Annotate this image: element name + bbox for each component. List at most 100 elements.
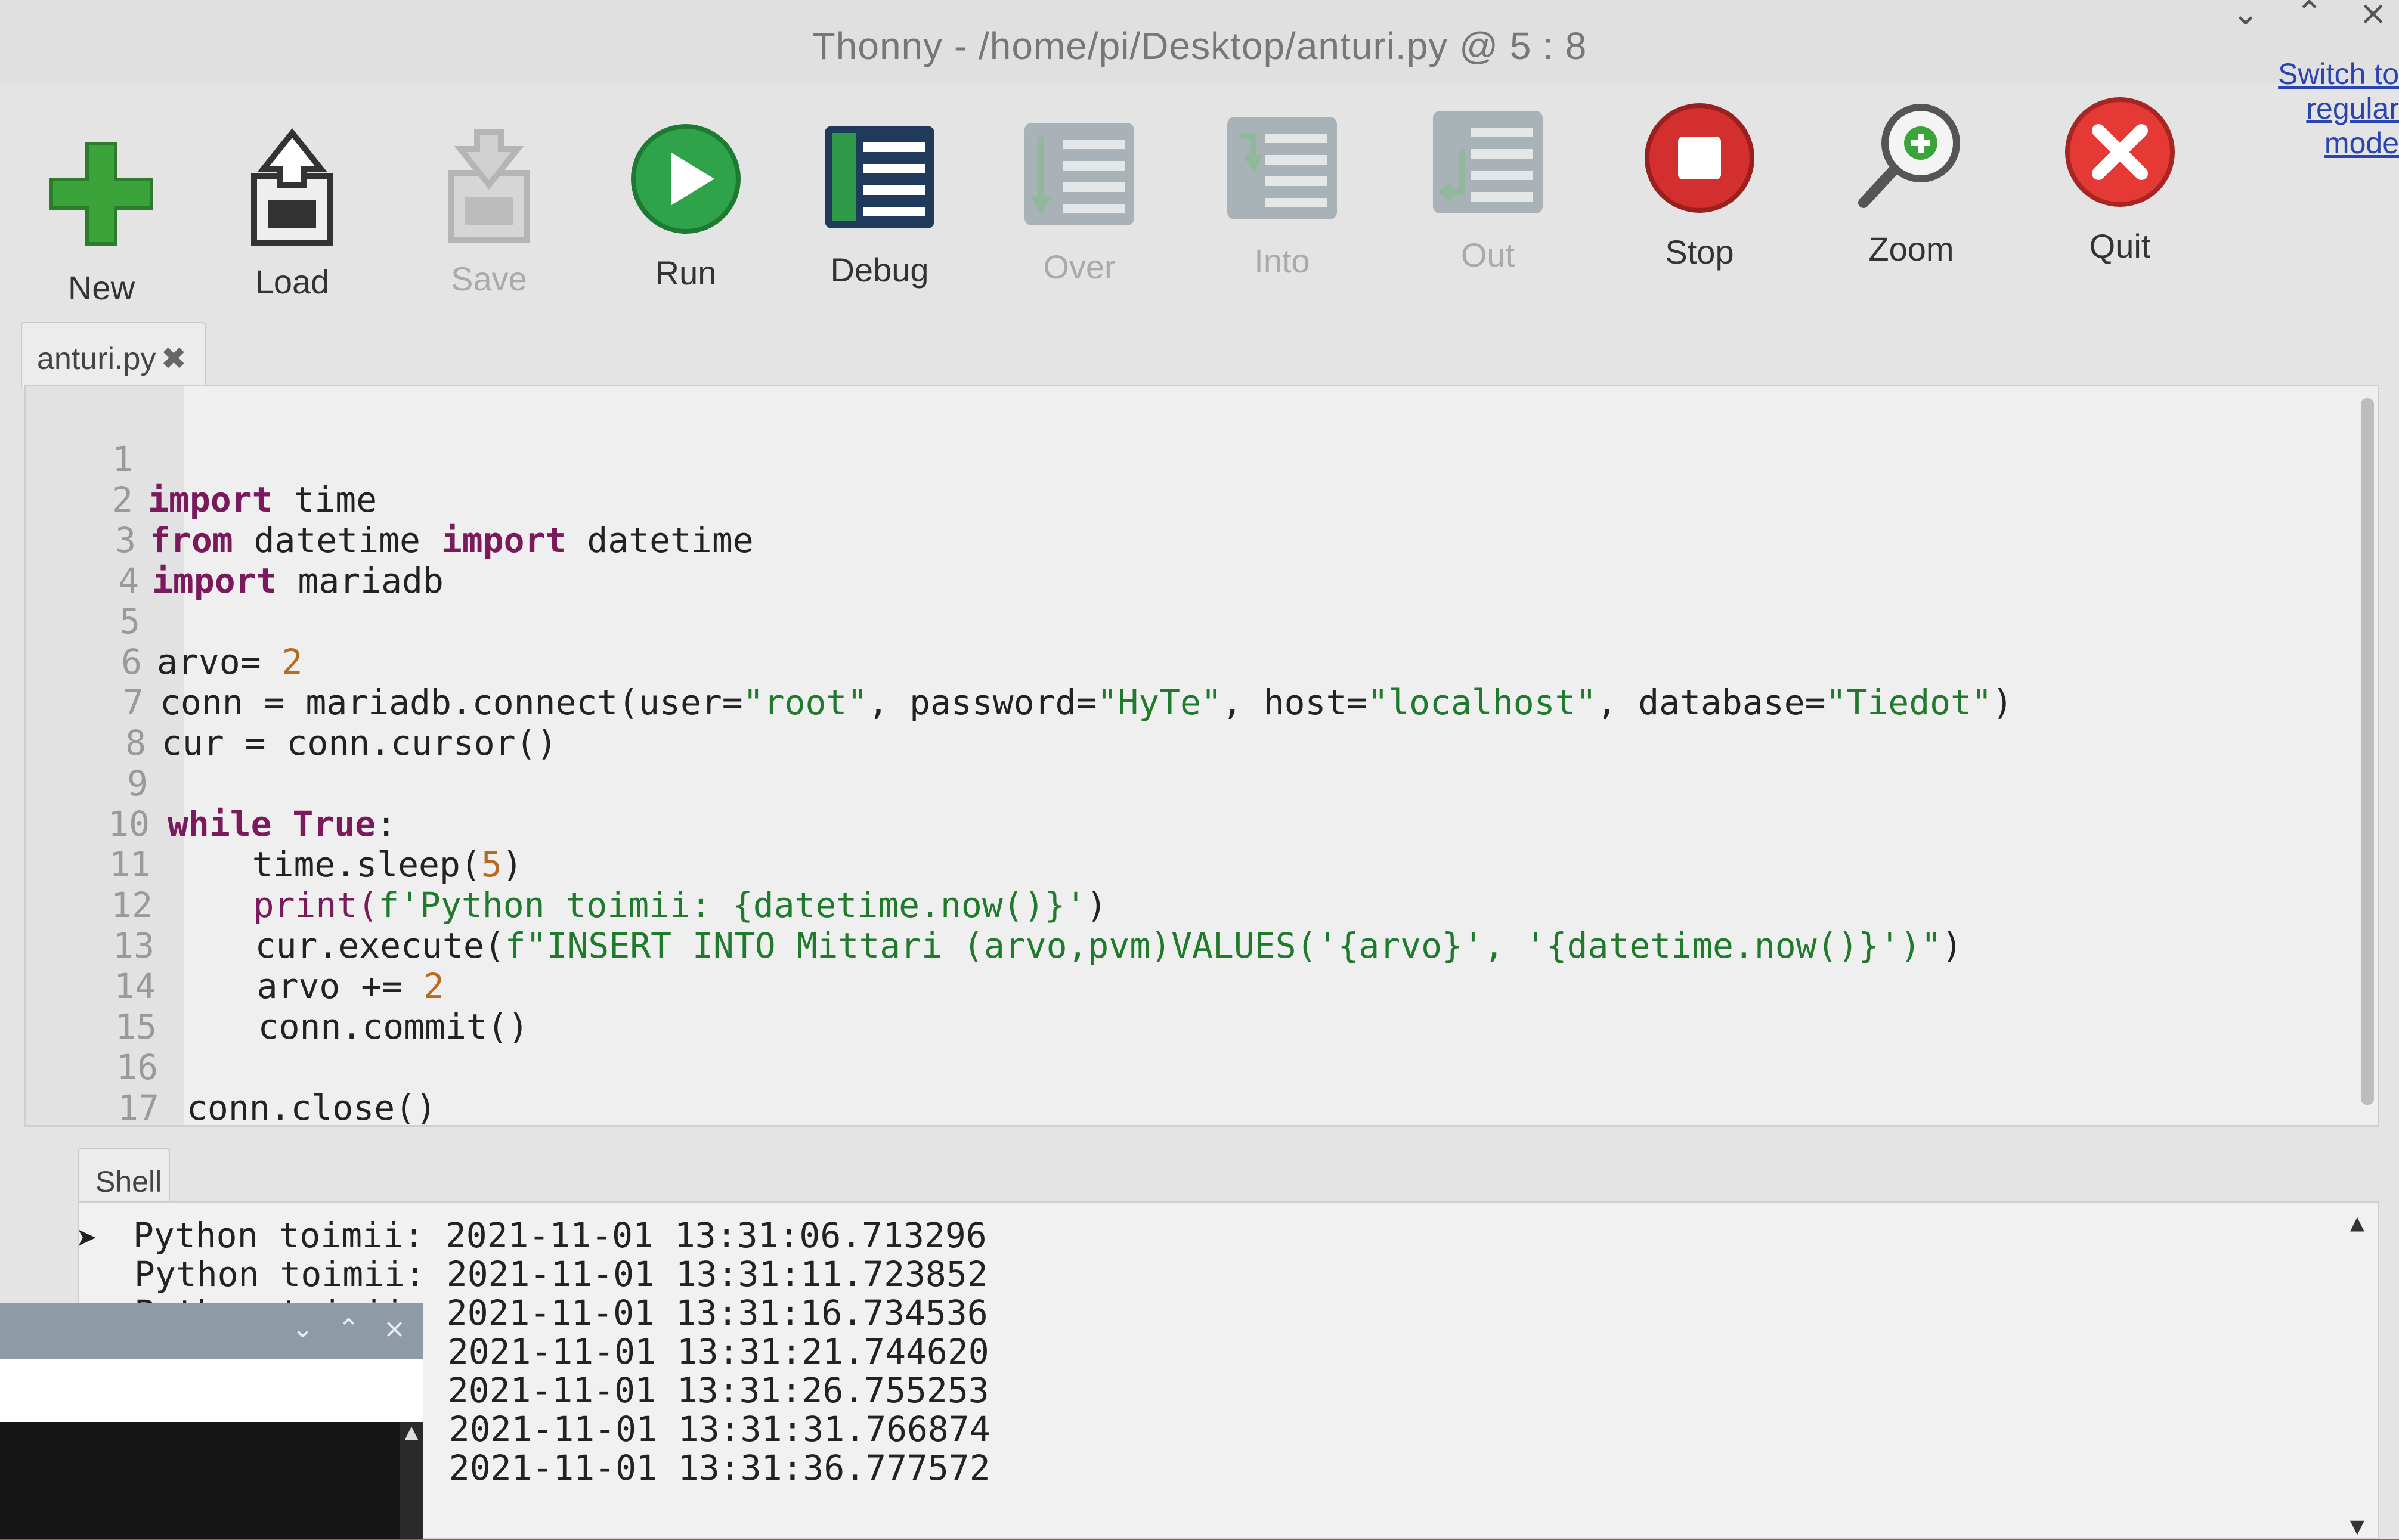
string-literal: "Tiedot" [1825,682,1992,723]
maximize-button[interactable]: ⌃ [2295,0,2323,33]
code-text: print( [170,885,379,925]
code-text: conn.close() [187,1087,437,1128]
zoom-icon [1858,104,1960,208]
editor-tab-label: anturi.py [37,342,156,376]
code-line: 4 [26,520,192,601]
code-line: 16 conn.close() [26,1006,437,1128]
step-over-button-label: Over [1043,248,1116,286]
string-literal: "HyTe" [1097,682,1222,723]
switch-link-line-2: regular [2306,92,2399,125]
overlay-maximize-button[interactable]: ⌃ [338,1313,360,1344]
keyword: import [441,520,567,560]
step-over-icon [1024,123,1134,225]
save-button[interactable]: Save [411,101,567,298]
shell-output-line: Python toimii: 2021-11-01 13:31:11.72385… [134,1254,988,1294]
step-into-button[interactable]: Into [1205,83,1360,280]
overlay-scroll-up-icon[interactable]: ▲ [400,1422,423,1443]
step-over-button[interactable]: Over [1002,89,1157,286]
switch-link-line-3: mode [2324,126,2399,160]
scroll-down-arrow-icon[interactable]: ▼ [2350,1513,2364,1540]
new-button-label: New [67,269,135,306]
scroll-up-arrow-icon[interactable]: ▲ [2350,1209,2364,1237]
code-text: , password= [868,682,1097,723]
editor-vertical-scrollbar[interactable] [2361,398,2374,1105]
shell-tab[interactable]: Shell [78,1148,170,1207]
stop-button-label: Stop [1665,233,1734,271]
overlay-close-button[interactable]: × [383,1313,405,1344]
number-literal: 5 [481,844,502,885]
code-text: cur.execute( [172,925,505,966]
code-line: 3 import mariadb [26,479,444,601]
overlay-minimize-button[interactable]: ⌄ [292,1313,314,1344]
code-text: ) [502,844,523,885]
step-out-button-label: Out [1460,236,1515,274]
debug-icon [825,126,934,228]
editor-tab-anturi[interactable]: anturi.py ✖ [21,322,206,388]
zoom-button-label: Zoom [1868,230,1954,268]
load-button[interactable]: Load [215,104,370,301]
code-text: conn.commit() [175,1006,529,1047]
code-line: 7 cur = conn.cursor() [26,642,557,763]
overlay-window-controls: ⌄ ⌃ × [292,1313,405,1344]
code-line: 12 cur.execute(f"INSERT INTO Mittari (ar… [26,844,1962,966]
run-button-label: Run [655,254,717,292]
code-text: ) [1086,885,1107,925]
tab-close-icon[interactable]: ✖ [160,342,187,376]
string-literal: f'Python toimii: {datetime.now()}' [378,885,1086,925]
code-area[interactable]: 1 import time 2 from datetime import dat… [26,386,2378,1128]
code-line: 11 print(f'Python toimii: {datetime.now(… [26,804,1107,925]
step-out-button[interactable]: Out [1410,78,1565,274]
code-text: datetime [566,520,754,560]
number-literal: 2 [423,966,444,1006]
quit-icon [2065,97,2175,207]
code-line: 5 arvo= 2 [26,560,302,682]
load-icon [251,128,333,246]
new-button[interactable]: New [24,110,179,307]
step-into-icon [1227,117,1337,219]
code-line: 9 while True: [26,723,397,844]
load-button-label: Load [255,263,330,300]
run-icon [631,124,741,234]
switch-to-regular-mode-link[interactable]: Switch to regular mode [2244,57,2399,160]
code-editor[interactable]: 1 import time 2 from datetime import dat… [24,385,2379,1128]
switch-link-line-1: Switch to [2278,57,2399,91]
code-line: 2 from datetime import datetime [26,439,754,560]
code-line: 14 conn.commit() [26,925,528,1047]
quit-button-label: Quit [2089,227,2151,265]
step-out-icon [1433,111,1543,213]
zoom-button[interactable]: Zoom [1834,72,1989,268]
code-line: 13 arvo += 2 [26,885,444,1006]
close-button[interactable]: × [2359,0,2387,33]
code-text: ) [1942,925,1963,966]
minimize-button[interactable]: ⌄ [2231,0,2259,33]
code-text: : [376,804,397,844]
code-text: time.sleep( [169,844,481,885]
mouse-cursor-icon: ➤ [76,1218,98,1260]
code-text: datetime [233,520,441,560]
quit-button[interactable]: Quit [2042,69,2197,265]
new-file-icon [49,142,153,246]
shell-output-line: Python toimii: 2021-11-01 13:31:06.71329… [133,1215,987,1256]
overlay-terminal-area[interactable] [0,1422,400,1539]
window-controls: ⌄ ⌃ × [2231,0,2387,33]
toolbar: New Load Save Run Debug Over Into Out St… [0,89,2206,307]
code-text: , host= [1221,682,1368,723]
run-button[interactable]: Run [608,95,763,292]
stop-icon [1645,103,1754,213]
overlay-window-titlebar: ⌄ ⌃ × [0,1303,423,1359]
debug-button[interactable]: Debug [802,92,957,289]
save-button-label: Save [451,260,527,298]
number-literal: 2 [281,642,303,682]
string-literal: "localhost" [1367,682,1597,723]
overlay-window: ⌄ ⌃ × ▲ [0,1303,423,1539]
step-into-button-label: Into [1254,242,1310,280]
code-line: 10 time.sleep(5) [26,763,522,885]
save-icon [448,129,530,243]
code-text: conn = mariadb.connect(user= [160,682,743,723]
code-line: 15 [26,966,192,1047]
stop-button[interactable]: Stop [1622,75,1777,271]
string-literal: "root" [742,682,868,723]
code-line: 6 conn = mariadb.connect(user="root", pa… [26,601,2013,723]
code-line: 8 [26,682,192,763]
